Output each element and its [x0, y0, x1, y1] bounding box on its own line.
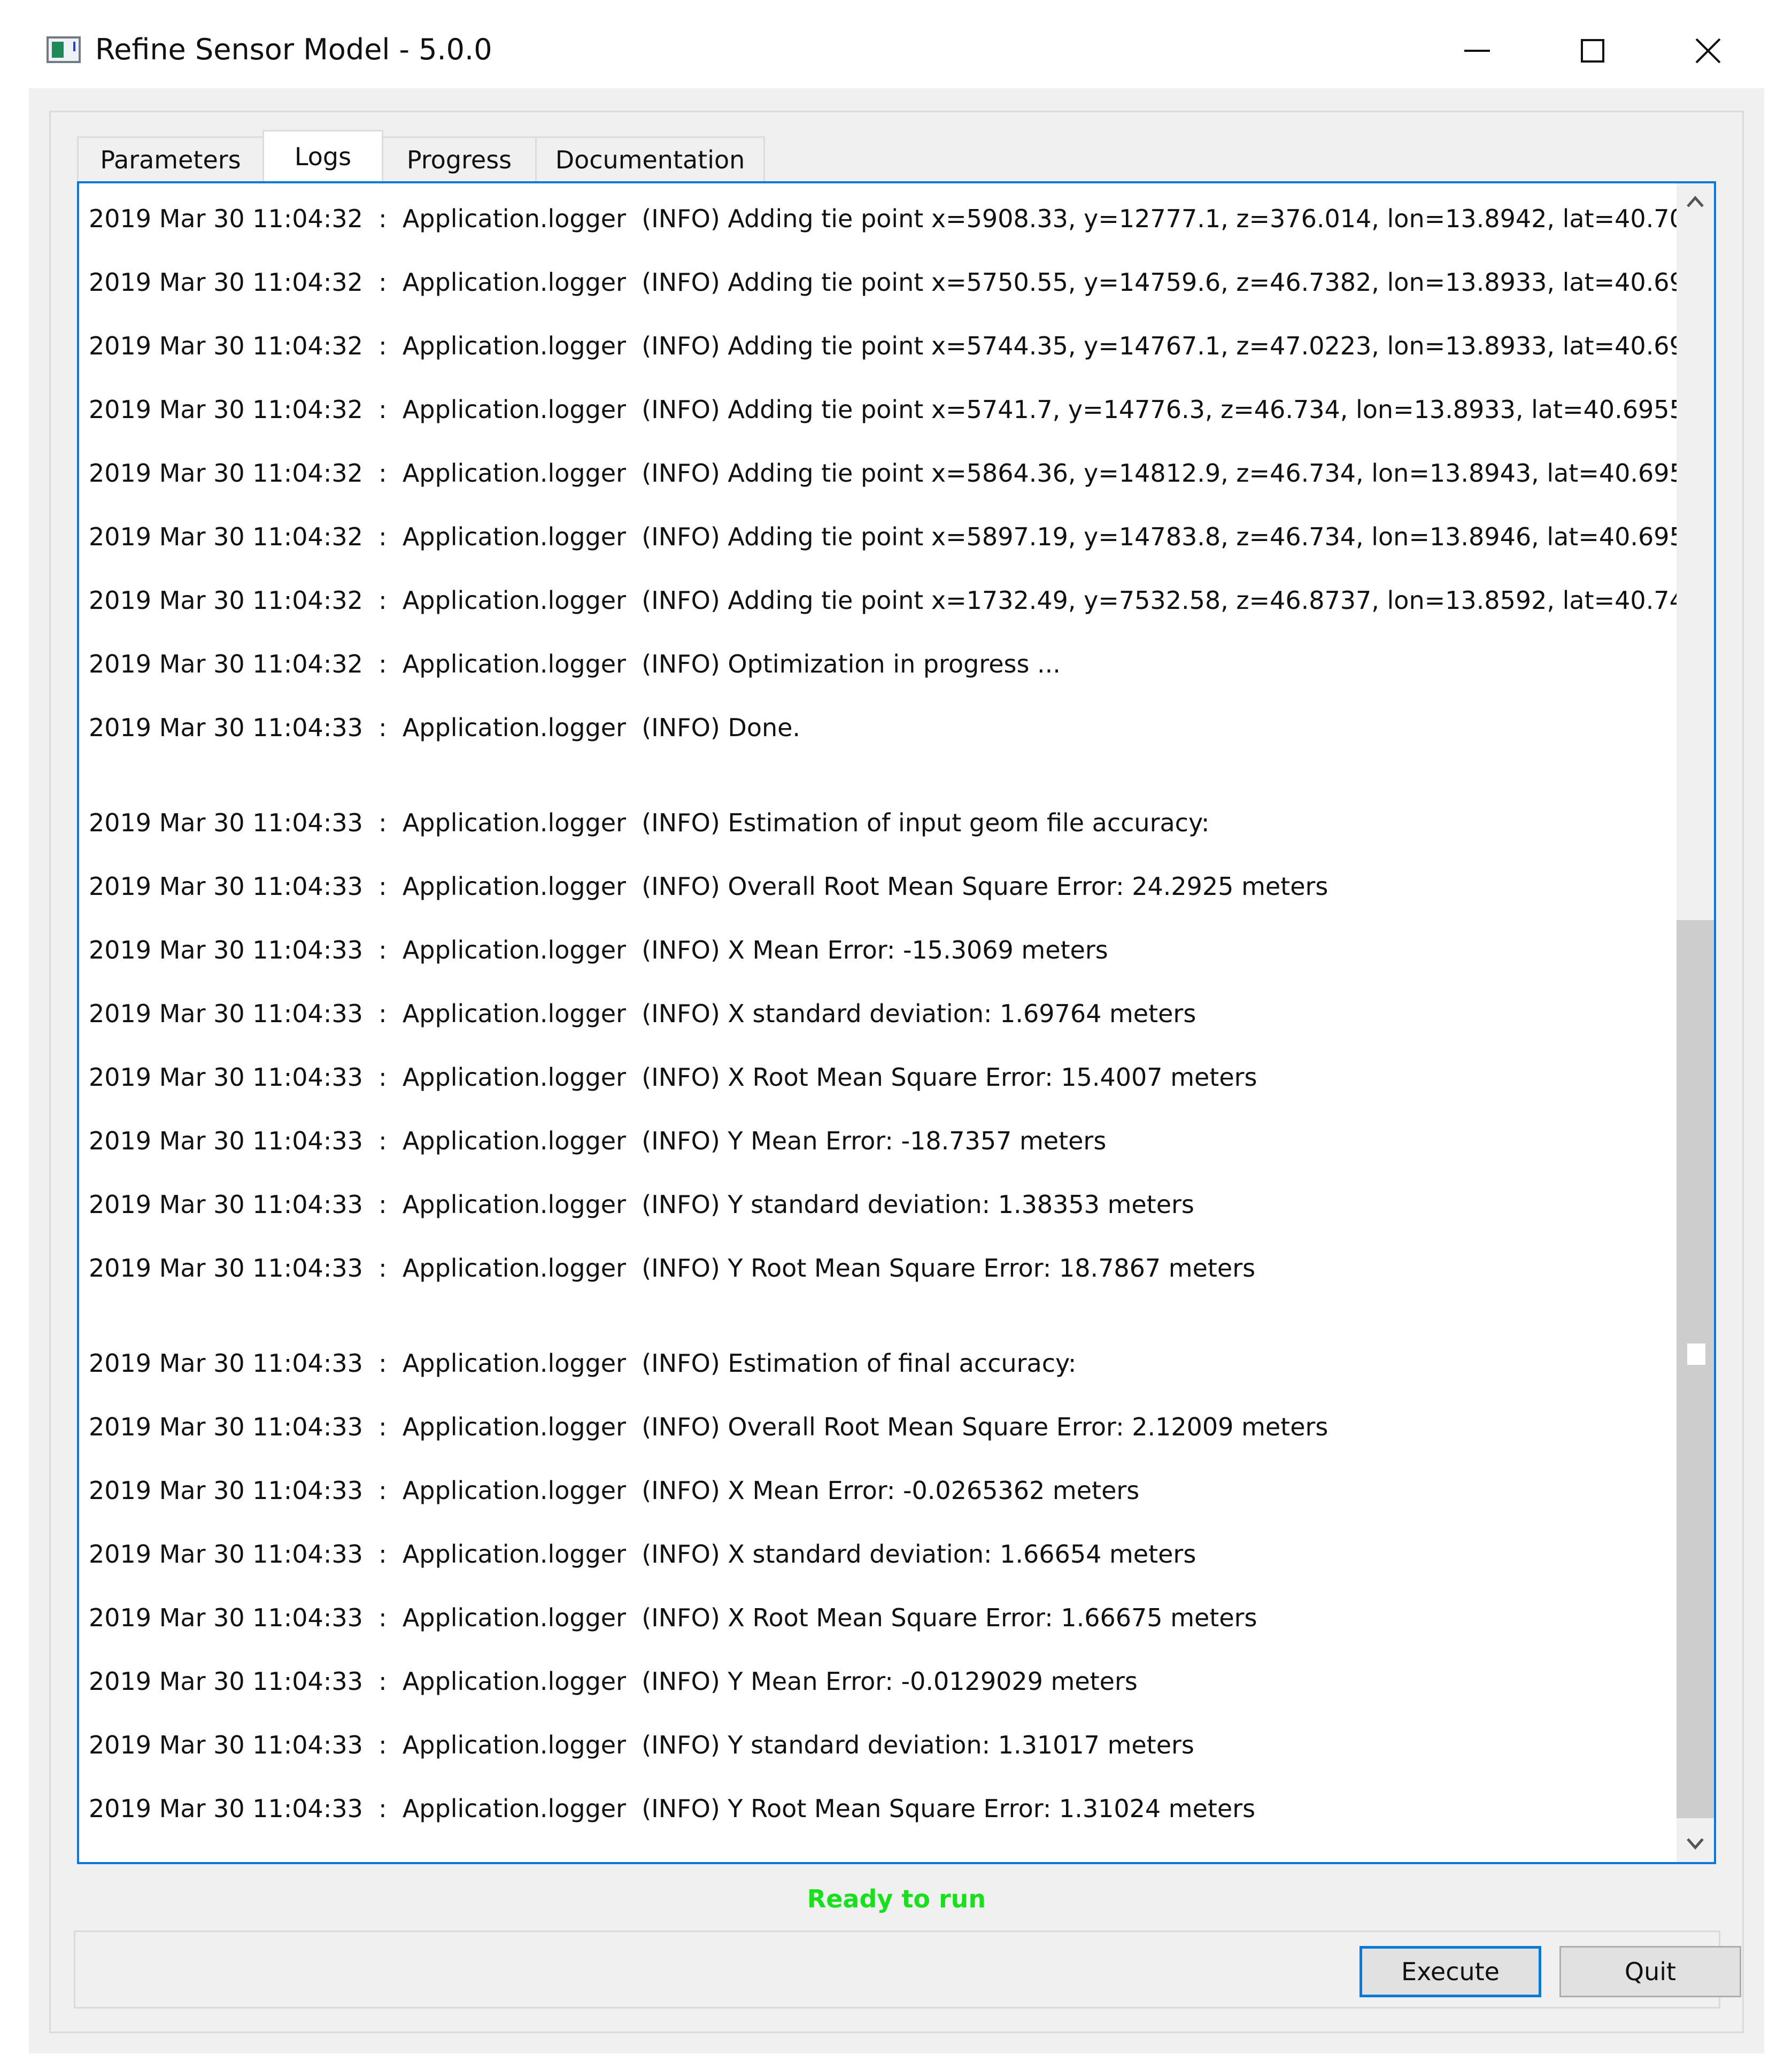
log-line: 2019 Mar 30 11:04:32 : Application.logge… — [89, 204, 1716, 233]
tab-progress[interactable]: Progress — [382, 136, 537, 181]
log-text-area[interactable]: 2019 Mar 30 11:04:32 : Application.logge… — [77, 181, 1716, 1864]
log-line: 2019 Mar 30 11:04:32 : Application.logge… — [89, 586, 1716, 615]
log-line: 2019 Mar 30 11:04:32 : Application.logge… — [89, 650, 1061, 678]
button-bar: Execute Quit — [74, 1930, 1741, 2009]
chevron-down-icon — [1687, 1838, 1704, 1850]
title-bar[interactable]: Refine Sensor Model - 5.0.0 — [0, 0, 1792, 88]
close-button[interactable] — [1679, 21, 1737, 80]
log-line: 2019 Mar 30 11:04:32 : Application.logge… — [89, 522, 1701, 551]
quit-button[interactable]: Quit — [1559, 1946, 1741, 1997]
scroll-up-button[interactable] — [1677, 183, 1714, 221]
log-line: 2019 Mar 30 11:04:33 : Application.logge… — [89, 1667, 1138, 1696]
log-content: 2019 Mar 30 11:04:32 : Application.logge… — [89, 193, 1716, 1847]
tab-documentation[interactable]: Documentation — [535, 136, 765, 181]
window-title: Refine Sensor Model - 5.0.0 — [95, 33, 492, 66]
log-line: 2019 Mar 30 11:04:33 : Application.logge… — [89, 713, 801, 742]
log-line: 2019 Mar 30 11:04:33 : Application.logge… — [89, 1731, 1194, 1759]
log-line: 2019 Mar 30 11:04:33 : Application.logge… — [89, 1412, 1328, 1441]
tab-parameters[interactable]: Parameters — [77, 136, 264, 181]
window-body: Parameters Logs Progress Documentation 2… — [29, 88, 1764, 2053]
tab-logs[interactable]: Logs — [262, 130, 383, 181]
log-line: 2019 Mar 30 11:04:33 : Application.logge… — [89, 1063, 1257, 1092]
log-line: 2019 Mar 30 11:04:33 : Application.logge… — [89, 872, 1328, 901]
scroll-thumb[interactable] — [1677, 920, 1714, 1818]
log-line: 2019 Mar 30 11:04:33 : Application.logge… — [89, 1540, 1196, 1569]
log-line: 2019 Mar 30 11:04:33 : Application.logge… — [89, 808, 1210, 837]
log-line: 2019 Mar 30 11:04:32 : Application.logge… — [89, 459, 1701, 488]
log-line: 2019 Mar 30 11:04:33 : Application.logge… — [89, 936, 1108, 964]
log-line: 2019 Mar 30 11:04:33 : Application.logge… — [89, 1476, 1140, 1505]
minimize-icon — [1464, 50, 1490, 52]
log-line: 2019 Mar 30 11:04:32 : Application.logge… — [89, 331, 1716, 360]
chevron-up-icon — [1687, 196, 1704, 207]
maximize-button[interactable] — [1563, 21, 1622, 80]
log-line: 2019 Mar 30 11:04:33 : Application.logge… — [89, 1349, 1077, 1378]
app-window-icon — [47, 36, 81, 63]
execute-button[interactable]: Execute — [1360, 1946, 1541, 1997]
log-line: 2019 Mar 30 11:04:33 : Application.logge… — [89, 1254, 1256, 1283]
log-line: 2019 Mar 30 11:04:33 : Application.logge… — [89, 1794, 1256, 1823]
log-line: 2019 Mar 30 11:04:32 : Application.logge… — [89, 268, 1716, 297]
minimize-button[interactable] — [1448, 21, 1507, 80]
scroll-down-button[interactable] — [1677, 1825, 1714, 1862]
log-line: 2019 Mar 30 11:04:33 : Application.logge… — [89, 1126, 1107, 1155]
tab-bar: Parameters Logs Progress Documentation — [77, 130, 765, 181]
vertical-scrollbar[interactable] — [1677, 183, 1714, 1862]
scroll-thumb-grip — [1687, 1343, 1705, 1365]
maximize-icon — [1581, 39, 1604, 63]
log-line: 2019 Mar 30 11:04:32 : Application.logge… — [89, 395, 1685, 424]
log-line: 2019 Mar 30 11:04:33 : Application.logge… — [89, 1190, 1194, 1219]
log-line: 2019 Mar 30 11:04:33 : Application.logge… — [89, 999, 1196, 1028]
status-text: Ready to run — [807, 1884, 986, 1913]
log-line: 2019 Mar 30 11:04:33 : Application.logge… — [89, 1603, 1257, 1632]
close-icon — [1695, 38, 1721, 64]
